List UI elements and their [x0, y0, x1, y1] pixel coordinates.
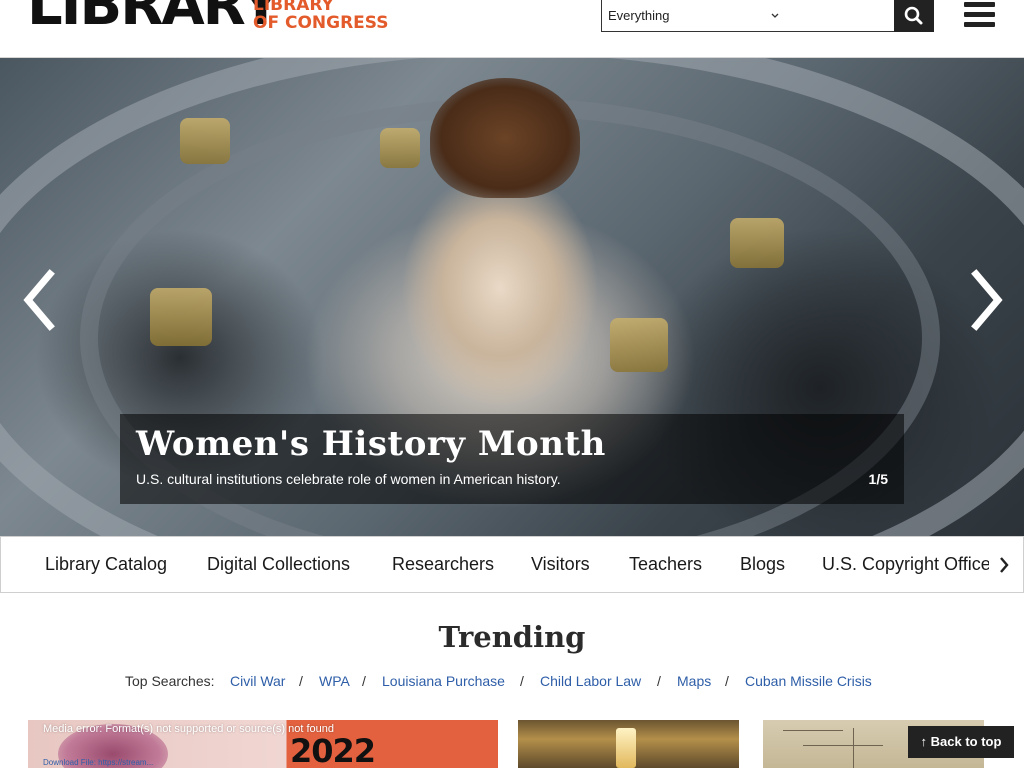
- top-search-wpa[interactable]: WPA: [319, 673, 350, 689]
- trending-card-interior[interactable]: [518, 720, 739, 768]
- back-to-top-label: Back to top: [930, 734, 1002, 749]
- card-image: [616, 728, 636, 768]
- chevron-right-icon: [1000, 557, 1009, 573]
- search-scope-value: Everything: [608, 8, 670, 23]
- back-to-top-button[interactable]: ↑ Back to top: [908, 726, 1014, 758]
- hero-caption[interactable]: Women's History Month U.S. cultural inst…: [120, 414, 904, 504]
- main-nav: Library Catalog Digital Collections Rese…: [0, 536, 1024, 593]
- download-file-link[interactable]: Download File: https://stream...: [43, 758, 153, 767]
- hero-slide-counter: 1/5: [868, 471, 888, 487]
- top-search-separator: /: [362, 673, 366, 689]
- nav-item-researchers[interactable]: Researchers: [392, 554, 494, 575]
- carousel-prev-button[interactable]: [20, 268, 60, 332]
- search-button[interactable]: [894, 0, 934, 32]
- arrow-up-icon: ↑: [920, 734, 928, 749]
- logo-loc-line1: LIBRARY: [253, 0, 334, 15]
- top-search-separator: /: [657, 673, 661, 689]
- top-search-civil-war[interactable]: Civil War: [230, 673, 285, 689]
- search-icon: [904, 6, 923, 25]
- nav-item-teachers[interactable]: Teachers: [629, 554, 702, 575]
- site-header: LIBRARY LIBRARY OF CONGRESS Everything: [0, 0, 1024, 58]
- logo-loc-line2: OF CONGRESS: [253, 13, 389, 33]
- nav-item-blogs[interactable]: Blogs: [740, 554, 785, 575]
- nav-item-visitors[interactable]: Visitors: [531, 554, 590, 575]
- logo-library-wordmark[interactable]: LIBRARY: [27, 0, 281, 34]
- nav-scroll-right-button[interactable]: [989, 537, 1023, 592]
- chevron-left-icon: [23, 269, 55, 331]
- top-search-maps[interactable]: Maps: [677, 673, 711, 689]
- trending-card-video[interactable]: Media error: Format(s) not supported or …: [28, 720, 498, 768]
- hero-subtitle: U.S. cultural institutions celebrate rol…: [136, 471, 561, 487]
- top-search-louisiana-purchase[interactable]: Louisiana Purchase: [382, 673, 505, 689]
- carousel-next-button[interactable]: [966, 268, 1006, 332]
- hero-title[interactable]: Women's History Month: [136, 424, 606, 464]
- top-search-child-labor-law[interactable]: Child Labor Law: [540, 673, 641, 689]
- hamburger-icon: [964, 2, 996, 27]
- top-searches-label: Top Searches:: [125, 673, 215, 689]
- trending-heading: Trending: [438, 620, 586, 654]
- top-search-cuban-missile-crisis[interactable]: Cuban Missile Crisis: [745, 673, 872, 689]
- nav-item-library-catalog[interactable]: Library Catalog: [45, 554, 167, 575]
- nav-item-copyright-office[interactable]: U.S. Copyright Office: [822, 554, 991, 575]
- card-year-text: 2022: [290, 732, 376, 768]
- nav-items: Library Catalog Digital Collections Rese…: [1, 537, 991, 592]
- nav-item-digital-collections[interactable]: Digital Collections: [207, 554, 350, 575]
- logo-loc-wordmark[interactable]: LIBRARY OF CONGRESS: [253, 0, 389, 32]
- chevron-right-icon: [971, 269, 1003, 331]
- hero-carousel[interactable]: Women's History Month U.S. cultural inst…: [0, 58, 1024, 536]
- chevron-down-icon: [771, 0, 779, 46]
- top-search-separator: /: [520, 673, 524, 689]
- top-search-separator: /: [725, 673, 729, 689]
- menu-button[interactable]: [964, 2, 996, 28]
- search-input[interactable]: [785, 0, 895, 32]
- search-scope-select[interactable]: Everything: [601, 0, 786, 32]
- top-search-separator: /: [299, 673, 303, 689]
